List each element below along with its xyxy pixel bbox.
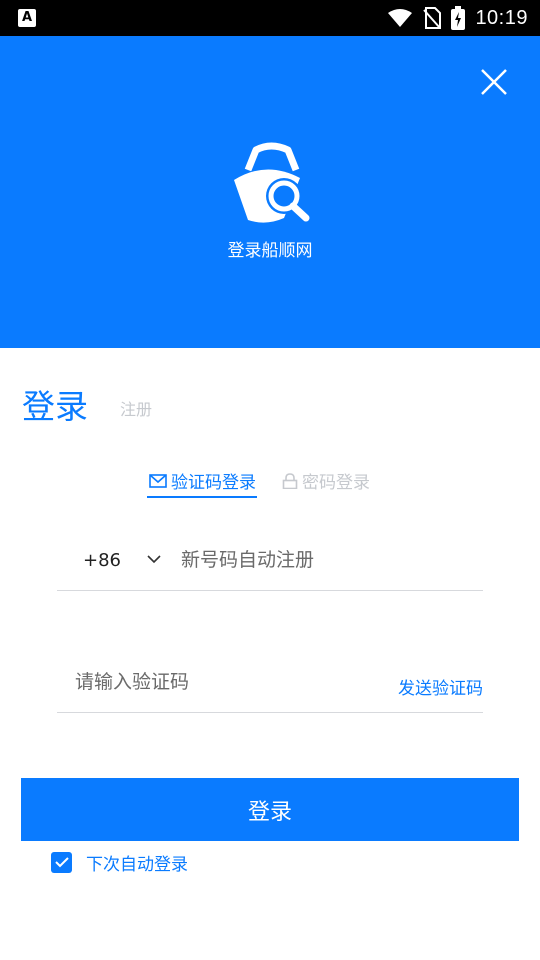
- tab-register[interactable]: 注册: [120, 396, 152, 420]
- send-code-button[interactable]: 发送验证码: [398, 674, 483, 699]
- no-sim-icon: [423, 7, 442, 29]
- status-icons: 10:19: [387, 0, 528, 36]
- login-button[interactable]: 登录: [21, 778, 519, 841]
- password-login-label: 密码登录: [302, 473, 370, 493]
- tab-sms-login[interactable]: 验证码登录: [149, 468, 256, 493]
- wifi-icon: [388, 9, 413, 27]
- clock-time: 10:19: [475, 6, 528, 29]
- close-icon[interactable]: [478, 66, 510, 98]
- verification-code-input[interactable]: [73, 664, 377, 700]
- header-title: 登录船顺网: [227, 241, 313, 261]
- checkmark-icon: [54, 857, 69, 868]
- header-banner: 登录船顺网: [0, 36, 540, 348]
- auto-login-label[interactable]: 下次自动登录: [86, 850, 188, 875]
- phone-input[interactable]: [179, 542, 473, 578]
- shopping-bag-search-logo: [234, 142, 310, 223]
- sms-login-label: 验证码登录: [171, 473, 256, 493]
- status-bar: A 10:19: [0, 0, 540, 36]
- auto-login-checkbox[interactable]: [51, 852, 72, 873]
- notification-a-icon: A: [18, 9, 36, 27]
- tab-login[interactable]: 登录: [22, 380, 88, 428]
- chevron-down-icon[interactable]: [147, 555, 161, 564]
- phone-field-row: +86: [57, 530, 483, 591]
- code-field-row: 发送验证码: [57, 652, 483, 713]
- lock-icon: [282, 472, 298, 489]
- battery-charging-icon: [451, 6, 466, 30]
- tab-password-login[interactable]: 密码登录: [282, 468, 370, 493]
- country-code-selector[interactable]: +86: [83, 550, 121, 571]
- mail-icon: [149, 473, 167, 488]
- active-tab-indicator: [147, 496, 257, 498]
- auto-login-option: 下次自动登录: [51, 850, 188, 875]
